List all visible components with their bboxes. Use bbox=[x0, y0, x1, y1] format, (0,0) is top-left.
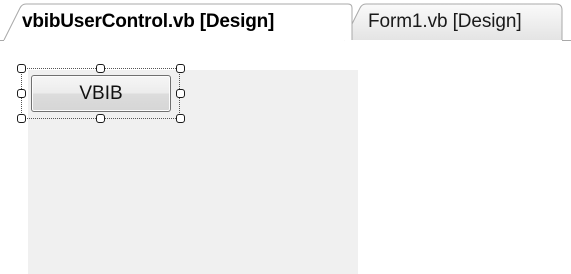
resize-handle-bottom-right[interactable] bbox=[176, 114, 185, 123]
vbib-button[interactable]: VBIB bbox=[31, 75, 171, 112]
resize-handle-top-left[interactable] bbox=[17, 64, 26, 73]
tab-label-inactive: Form1.vb [Design] bbox=[368, 11, 522, 32]
vbib-button-label: VBIB bbox=[79, 82, 123, 104]
resize-handle-middle-left[interactable] bbox=[17, 89, 26, 98]
resize-handle-top-center[interactable] bbox=[96, 64, 105, 73]
document-tab-strip: vbibUserControl.vb [Design] Form1.vb [De… bbox=[0, 0, 571, 50]
resize-handle-top-right[interactable] bbox=[176, 64, 185, 73]
resize-handle-bottom-center[interactable] bbox=[96, 114, 105, 123]
resize-handle-bottom-left[interactable] bbox=[17, 114, 26, 123]
resize-handle-middle-right[interactable] bbox=[176, 89, 185, 98]
tab-label-active: vbibUserControl.vb [Design] bbox=[22, 11, 275, 32]
designer-window: vbibUserControl.vb [Design] Form1.vb [De… bbox=[0, 0, 571, 274]
